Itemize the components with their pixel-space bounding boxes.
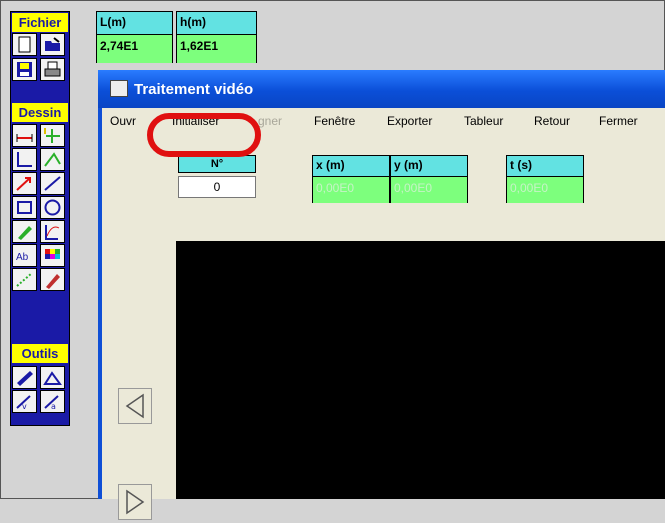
menu-ouvrir[interactable]: Ouvr: [110, 114, 136, 128]
y-coordinate-label: y (m): [391, 156, 467, 177]
protractor-icon[interactable]: [40, 366, 65, 389]
menu-tableur[interactable]: Tableur: [464, 114, 503, 128]
axes-icon[interactable]: [12, 148, 37, 171]
y-coordinate-box: y (m) 0,00E0: [390, 155, 468, 203]
length-value-box: L(m) 2,74E1: [96, 11, 173, 63]
ruler-icon[interactable]: [12, 366, 37, 389]
line-icon[interactable]: [40, 172, 65, 195]
circle-icon[interactable]: [40, 196, 65, 219]
frame-counter-label: N°: [178, 155, 256, 173]
length-value: 2,74E1: [97, 35, 172, 63]
length-label: L(m): [97, 12, 172, 35]
force-vector-icon[interactable]: [12, 172, 37, 195]
measure-length-icon[interactable]: [12, 124, 37, 147]
window-titlebar[interactable]: Traitement vidéo: [98, 70, 665, 108]
right-arrow-icon: [126, 489, 145, 515]
window-title: Traitement vidéo: [134, 81, 254, 98]
acceleration-vector-icon[interactable]: a: [40, 390, 65, 413]
dotted-line-icon[interactable]: [12, 268, 37, 291]
svg-text:v: v: [22, 402, 27, 411]
x-coordinate-value: 0,00E0: [313, 177, 389, 203]
open-folder-icon[interactable]: [40, 33, 65, 56]
tool-palette: Fichier Dessin Ab Outils v a: [10, 11, 70, 426]
menu-retour[interactable]: Retour: [534, 114, 570, 128]
pen-icon[interactable]: [12, 220, 37, 243]
x-coordinate-label: x (m): [313, 156, 389, 177]
velocity-vector-icon[interactable]: v: [12, 390, 37, 413]
height-value-box: h(m) 1,62E1: [176, 11, 257, 63]
add-point-icon[interactable]: [40, 124, 65, 147]
previous-frame-button[interactable]: [118, 388, 152, 424]
color-palette-icon[interactable]: [40, 244, 65, 267]
menu-fenetre[interactable]: Fenêtre: [314, 114, 355, 128]
palette-header-outils: Outils: [12, 344, 68, 363]
window-app-icon: [110, 80, 128, 97]
menu-fermer[interactable]: Fermer: [599, 114, 638, 128]
next-frame-button[interactable]: [118, 484, 152, 520]
y-coordinate-value: 0,00E0: [391, 177, 467, 203]
t-coordinate-label: t (s): [507, 156, 583, 177]
print-icon[interactable]: [40, 58, 65, 81]
new-file-icon[interactable]: [12, 33, 37, 56]
annotation-circle: [147, 113, 261, 157]
menu-etalonner[interactable]: gner: [258, 114, 282, 128]
height-label: h(m): [177, 12, 256, 35]
t-coordinate-value: 0,00E0: [507, 177, 583, 203]
left-arrow-icon: [125, 393, 144, 419]
menu-exporter[interactable]: Exporter: [387, 114, 432, 128]
palette-header-fichier: Fichier: [12, 13, 68, 32]
save-icon[interactable]: [12, 58, 37, 81]
text-icon[interactable]: Ab: [12, 244, 37, 267]
frame-counter: N° 0: [178, 155, 256, 199]
x-coordinate-box: x (m) 0,00E0: [312, 155, 390, 203]
svg-text:Ab: Ab: [16, 252, 29, 263]
function-icon[interactable]: [40, 220, 65, 243]
height-value: 1,62E1: [177, 35, 256, 63]
frame-counter-value[interactable]: 0: [178, 176, 256, 198]
svg-text:a: a: [51, 402, 56, 411]
rectangle-icon[interactable]: [12, 196, 37, 219]
window-client: Ouvr Initialiser gner Fenêtre Exporter T…: [102, 108, 665, 520]
vector-sum-icon[interactable]: [40, 148, 65, 171]
video-display[interactable]: [176, 241, 665, 499]
eraser-icon[interactable]: [40, 268, 65, 291]
palette-header-dessin: Dessin: [12, 103, 68, 122]
t-coordinate-box: t (s) 0,00E0: [506, 155, 584, 203]
